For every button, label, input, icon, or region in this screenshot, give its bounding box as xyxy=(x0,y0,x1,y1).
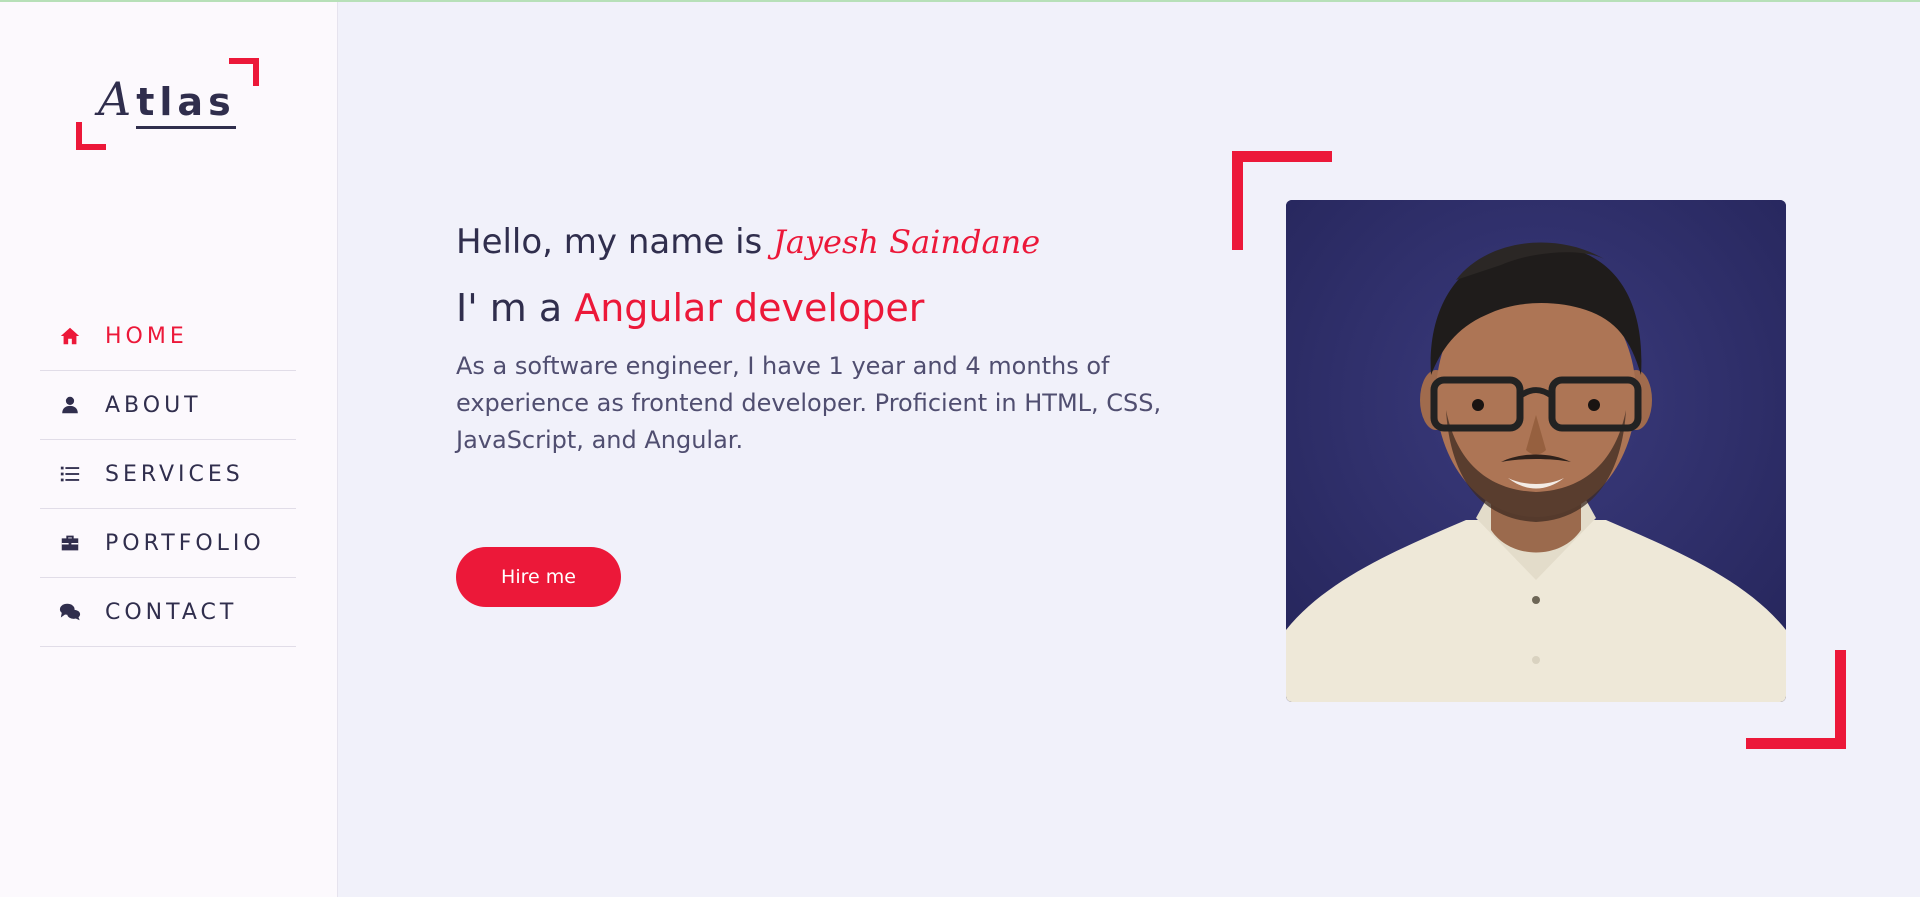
nav-item-services[interactable]: SERVICES xyxy=(40,440,296,509)
logo-text: Atlas xyxy=(98,76,236,129)
greeting: Hello, my name is Jayesh Saindane xyxy=(456,220,1040,264)
logo-first-letter: A xyxy=(98,72,137,126)
sidebar: Atlas HOME ABOUT SERVICES PORTFOLIO CONT… xyxy=(0,2,338,897)
hire-me-button[interactable]: Hire me xyxy=(456,547,621,607)
nav-item-label: PORTFOLIO xyxy=(105,530,265,556)
home-section: Hello, my name is Jayesh Saindane I' m a… xyxy=(338,2,1920,897)
nav-item-label: HOME xyxy=(105,323,188,349)
nav-item-contact[interactable]: CONTACT xyxy=(40,578,296,647)
nav-item-portfolio[interactable]: PORTFOLIO xyxy=(40,509,296,578)
home-icon xyxy=(57,323,83,349)
profile-photo xyxy=(1286,200,1786,702)
role-prefix: I' m a xyxy=(456,286,563,330)
logo[interactable]: Atlas xyxy=(76,58,260,150)
nav-item-label: ABOUT xyxy=(105,392,202,418)
comments-icon xyxy=(57,599,83,625)
nav-item-label: CONTACT xyxy=(105,599,238,625)
briefcase-icon xyxy=(57,530,83,556)
main-nav: HOME ABOUT SERVICES PORTFOLIO CONTACT xyxy=(40,302,296,647)
nav-item-label: SERVICES xyxy=(105,461,244,487)
user-icon xyxy=(57,392,83,418)
greeting-prefix: Hello, my name is xyxy=(456,222,763,262)
list-icon xyxy=(57,461,83,487)
role-title: Angular developer xyxy=(574,286,925,330)
nav-item-home[interactable]: HOME xyxy=(40,302,296,371)
bio-text: As a software engineer, I have 1 year an… xyxy=(456,352,1162,454)
nav-item-about[interactable]: ABOUT xyxy=(40,371,296,440)
logo-rest: tlas xyxy=(136,80,236,129)
role-heading: I' m a Angular developer xyxy=(456,284,924,332)
logo-corner-bottom-left xyxy=(76,122,106,150)
author-name: Jayesh Saindane xyxy=(773,223,1041,261)
profile-photo-illustration xyxy=(1286,200,1786,702)
